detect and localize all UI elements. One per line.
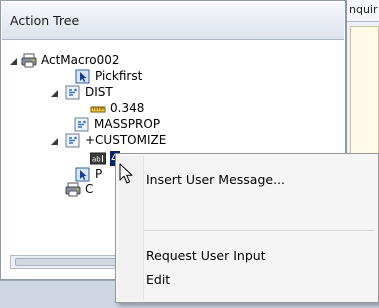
tree-item-customize[interactable]: +CUSTOMIZE <box>65 132 166 149</box>
select-action-icon <box>75 167 91 182</box>
tree-item-macro[interactable]: C <box>65 181 93 198</box>
panel-header: Action Tree <box>2 2 344 40</box>
command-icon <box>65 85 81 100</box>
tree-item-value[interactable]: 0.348 <box>90 100 144 117</box>
macro-icon <box>21 53 37 68</box>
inquiry-panel-header: nquir <box>347 0 379 22</box>
menu-item-edit[interactable]: Edit <box>144 267 376 291</box>
collapse-arrow-icon[interactable] <box>9 57 18 66</box>
text-value-icon: ab <box>90 151 106 166</box>
command-icon <box>74 117 90 132</box>
tree-item-label: C <box>85 182 94 196</box>
tree-item-massprop[interactable]: MASSPROP <box>74 116 160 133</box>
tree-item-dist[interactable]: DIST <box>65 84 113 101</box>
mouse-pointer-icon <box>119 163 135 185</box>
tree-item-label: +CUSTOMIZE <box>85 133 167 147</box>
select-action-icon <box>75 69 91 84</box>
menu-item-insert-user-message[interactable]: Insert User Message... <box>144 167 376 191</box>
context-menu: Insert User Message... Request User Inpu… <box>115 153 379 303</box>
tree-item-label: P <box>95 167 103 181</box>
tree-item-actmacro002[interactable]: ActMacro002 <box>21 52 120 69</box>
menu-item-request-user-input[interactable]: Request User Input <box>144 243 376 267</box>
inquiry-panel-title: nquir <box>349 3 378 16</box>
svg-text:ab: ab <box>92 156 101 164</box>
tree-item-pickfirst[interactable]: Pickfirst <box>75 68 142 85</box>
measure-icon <box>90 101 106 116</box>
collapse-arrow-icon[interactable] <box>50 89 59 98</box>
menu-item-label: Insert User Message... <box>146 172 285 187</box>
panel-title: Action Tree <box>10 13 80 28</box>
menu-item-label: Edit <box>146 272 171 287</box>
macro-icon <box>65 182 81 197</box>
tree-item-label: ActMacro002 <box>41 53 120 67</box>
menu-item-label: Request User Input <box>146 248 266 263</box>
command-icon <box>65 133 81 148</box>
tree-item-label: MASSPROP <box>94 117 161 131</box>
tree-item-label: DIST <box>85 85 113 99</box>
collapse-arrow-icon[interactable] <box>50 137 59 146</box>
menu-separator <box>144 230 374 231</box>
tree-item-label: 0.348 <box>110 101 145 115</box>
tree-item-label: Pickfirst <box>95 69 143 83</box>
